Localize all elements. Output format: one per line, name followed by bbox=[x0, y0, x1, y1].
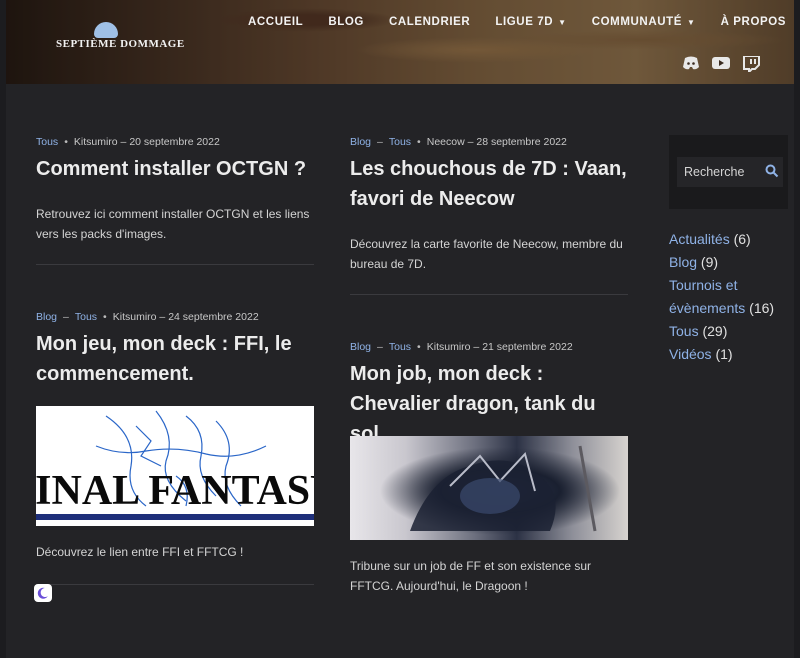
post-title[interactable]: Les chouchous de 7D : Vaan, favori de Ne… bbox=[350, 154, 630, 214]
post-tag[interactable]: Blog bbox=[350, 341, 371, 353]
category-item: Blog (9) bbox=[669, 251, 800, 274]
post-thumbnail-final-fantasy[interactable]: FINAL FANTASY bbox=[36, 406, 314, 526]
nav-item-blog[interactable]: BLOG bbox=[328, 16, 364, 28]
post-tag[interactable]: Tous bbox=[389, 341, 411, 353]
category-item: Vidéos (1) bbox=[669, 343, 800, 366]
youtube-icon[interactable] bbox=[712, 56, 730, 70]
post-tag[interactable]: Tous bbox=[36, 136, 58, 148]
post-title[interactable]: Comment installer OCTGN ? bbox=[36, 154, 316, 184]
post-author[interactable]: Kitsumiro bbox=[427, 341, 471, 353]
meta-separator: • bbox=[64, 136, 68, 148]
dark-mode-toggle[interactable] bbox=[34, 584, 52, 602]
nav-label: COMMUNAUTÉ bbox=[591, 16, 683, 28]
nav-item-ligue[interactable]: LIGUE 7D ▼ bbox=[495, 16, 566, 28]
post-date: 20 septembre 2022 bbox=[129, 136, 220, 148]
divider bbox=[350, 294, 628, 295]
post-card: Blog – Tous • Neecow – 28 septembre 2022 Les… bbox=[350, 136, 630, 274]
moon-icon bbox=[37, 587, 48, 599]
post-meta: Tous • Kitsumiro – 20 septembre 2022 bbox=[36, 136, 220, 148]
post-tag[interactable]: Blog bbox=[350, 136, 371, 148]
post-excerpt: Tribune sur un job de FF et son existenc… bbox=[350, 559, 592, 593]
search-placeholder: Recherche bbox=[684, 165, 745, 179]
page: SEPTIÈME DOMMAGE ACCUEIL BLOG CALENDRIER… bbox=[6, 0, 794, 658]
category-count: (1) bbox=[715, 346, 733, 362]
post-date: 28 septembre 2022 bbox=[476, 136, 567, 148]
nav-label: ACCUEIL bbox=[248, 16, 304, 28]
shell-logo-icon bbox=[94, 22, 118, 38]
category-link[interactable]: Tournois et évènements bbox=[669, 277, 745, 316]
category-count: (29) bbox=[702, 323, 728, 339]
post-tag[interactable]: Tous bbox=[75, 311, 97, 323]
post-tag[interactable]: Tous bbox=[389, 136, 411, 148]
category-link[interactable]: Actualités bbox=[669, 231, 730, 247]
chevron-down-icon: ▼ bbox=[558, 17, 567, 27]
logo-text: SEPTIÈME DOMMAGE bbox=[56, 38, 185, 50]
meta-separator: • bbox=[417, 341, 421, 353]
nav-label: BLOG bbox=[328, 16, 364, 28]
post-meta: Blog – Tous • Kitsumiro – 21 septembre 2022 bbox=[350, 341, 573, 353]
divider bbox=[36, 264, 314, 265]
category-list: Actualités (6) Blog (9) Tournois et évèn… bbox=[669, 228, 800, 366]
search-input[interactable]: Recherche bbox=[677, 157, 783, 187]
category-item: Tournois et évènements (16) bbox=[669, 274, 800, 320]
post-excerpt: Découvrez la carte favorite de Neecow, m… bbox=[350, 237, 623, 271]
category-item: Actualités (6) bbox=[669, 228, 800, 251]
post-meta: Blog – Tous • Kitsumiro – 24 septembre 2022 bbox=[36, 311, 259, 323]
twitch-icon[interactable] bbox=[742, 55, 760, 75]
final-fantasy-logo-text: FINAL FANTASY bbox=[36, 468, 314, 514]
chevron-down-icon: ▼ bbox=[687, 17, 696, 27]
meta-separator: • bbox=[103, 311, 107, 323]
post-author[interactable]: Kitsumiro bbox=[74, 136, 118, 148]
main-nav: ACCUEIL BLOG CALENDRIER LIGUE 7D ▼ COMMUN… bbox=[248, 16, 800, 28]
meta-separator: – bbox=[377, 136, 383, 148]
final-fantasy-logo-art: FINAL FANTASY bbox=[36, 410, 314, 520]
post-card: Blog – Tous • Kitsumiro – 21 septembre 2022 … bbox=[350, 341, 630, 449]
category-link[interactable]: Blog bbox=[669, 254, 697, 270]
discord-icon[interactable] bbox=[682, 56, 700, 70]
meta-separator: – bbox=[377, 341, 383, 353]
category-link[interactable]: Tous bbox=[669, 323, 699, 339]
nav-label: CALENDRIER bbox=[388, 16, 471, 28]
post-card: Blog – Tous • Kitsumiro – 24 septembre 2022 … bbox=[36, 311, 316, 389]
category-link[interactable]: Vidéos bbox=[669, 346, 712, 362]
search-icon[interactable] bbox=[765, 164, 779, 178]
category-count: (16) bbox=[749, 300, 775, 316]
post-excerpt-wrap: Découvrez le lien entre FFI et FFTCG ! bbox=[36, 522, 316, 562]
nav-item-communaute[interactable]: COMMUNAUTÉ ▼ bbox=[592, 16, 696, 28]
dragoon-art bbox=[410, 445, 597, 532]
nav-label: À PROPOS bbox=[720, 16, 787, 28]
category-count: (6) bbox=[733, 231, 751, 247]
post-date: 21 septembre 2022 bbox=[482, 341, 573, 353]
social-links bbox=[682, 55, 760, 75]
nav-item-accueil[interactable]: ACCUEIL bbox=[248, 16, 303, 28]
nav-item-calendrier[interactable]: CALENDRIER bbox=[389, 16, 470, 28]
category-item: Tous (29) bbox=[669, 320, 800, 343]
category-count: (9) bbox=[700, 254, 719, 270]
divider bbox=[36, 584, 314, 585]
post-thumbnail-dragoon[interactable] bbox=[350, 436, 628, 540]
post-excerpt-wrap: Tribune sur un job de FF et son existenc… bbox=[350, 536, 630, 596]
post-excerpt: Découvrez le lien entre FFI et FFTCG ! bbox=[36, 545, 244, 559]
nav-label: LIGUE 7D bbox=[495, 16, 554, 28]
meta-separator: • bbox=[417, 136, 421, 148]
sidebar-search-widget: Recherche bbox=[669, 135, 788, 209]
post-date: 24 septembre 2022 bbox=[168, 311, 259, 323]
site-logo[interactable]: SEPTIÈME DOMMAGE bbox=[56, 22, 185, 56]
nav-item-a-propos[interactable]: À PROPOS bbox=[721, 16, 787, 28]
post-meta: Blog – Tous • Neecow – 28 septembre 2022 bbox=[350, 136, 567, 148]
post-tag[interactable]: Blog bbox=[36, 311, 57, 323]
post-title[interactable]: Mon jeu, mon deck : FFI, le commencement… bbox=[36, 329, 316, 389]
meta-separator: – bbox=[63, 311, 69, 323]
post-card: Tous • Kitsumiro – 20 septembre 2022 Comme… bbox=[36, 136, 316, 244]
post-excerpt: Retrouvez ici comment installer OCTGN et… bbox=[36, 207, 310, 241]
post-author[interactable]: Kitsumiro bbox=[113, 311, 157, 323]
post-author[interactable]: Neecow bbox=[427, 136, 465, 148]
